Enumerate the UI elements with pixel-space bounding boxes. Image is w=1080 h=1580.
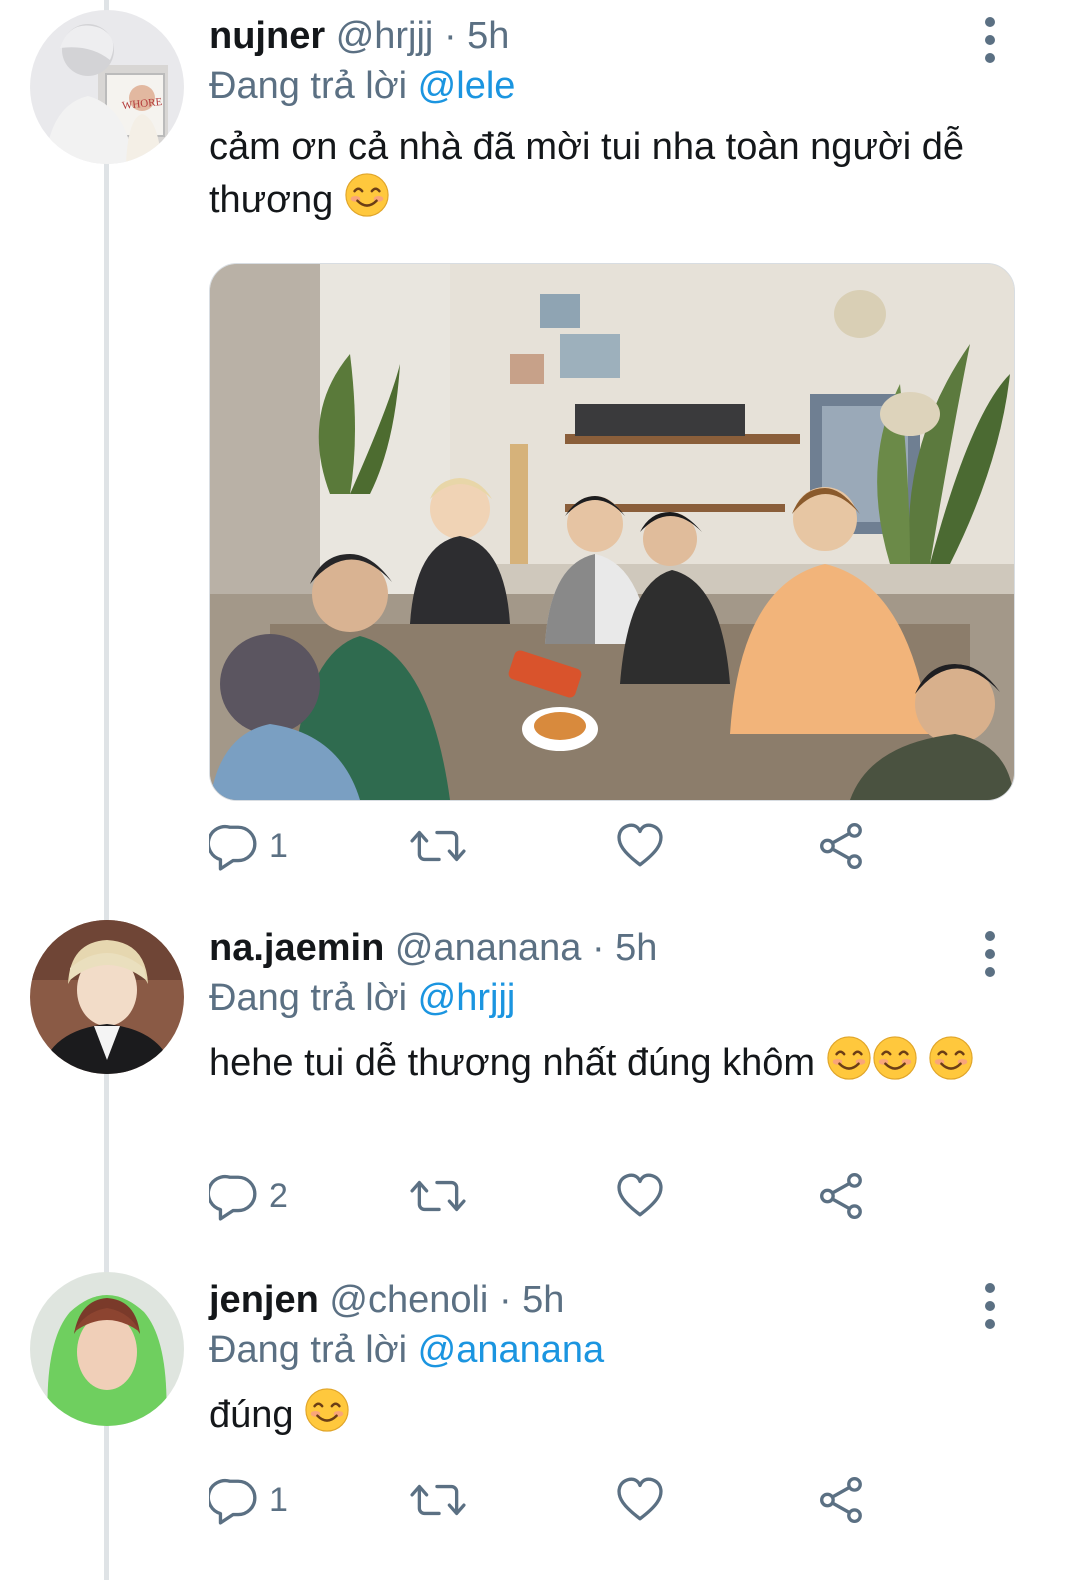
replying-to-label: Đang trả lời xyxy=(209,1329,408,1371)
share-button[interactable] xyxy=(817,818,867,874)
more-icon xyxy=(970,926,1010,986)
tweet-photo[interactable] xyxy=(209,263,1015,801)
more-options-button[interactable] xyxy=(970,12,1010,72)
avatar[interactable] xyxy=(30,920,184,1074)
avatar[interactable]: WHORE xyxy=(30,10,184,164)
separator-dot: · xyxy=(498,1279,512,1321)
mention-link[interactable]: @hrjjj xyxy=(418,977,516,1019)
reply-button[interactable]: 1 xyxy=(209,818,288,874)
like-button[interactable] xyxy=(615,818,675,874)
reply-button[interactable]: 1 xyxy=(209,1472,288,1528)
replying-to-label: Đang trả lời xyxy=(209,65,408,107)
tweet-actions: 2 xyxy=(209,1168,909,1224)
share-button[interactable] xyxy=(817,1168,867,1224)
like-button[interactable] xyxy=(615,1472,675,1528)
replying-to: Đang trả lời @hrjjj xyxy=(209,974,1020,1022)
more-options-button[interactable] xyxy=(970,926,1010,986)
retweet-icon xyxy=(409,1171,467,1221)
tweet-header: nujner @hrjjj · 5h xyxy=(209,14,1020,58)
tweet-body: cảm ơn cả nhà đã mời tui nha toàn người … xyxy=(209,126,965,221)
share-icon xyxy=(817,1171,867,1221)
smiling-emoji xyxy=(928,1035,974,1081)
tweet-header: na.jaemin @ananana · 5h xyxy=(209,926,1020,970)
retweet-button[interactable] xyxy=(409,1472,477,1528)
share-button[interactable] xyxy=(817,1472,867,1528)
reply-count: 1 xyxy=(269,1480,288,1519)
mention-link[interactable]: @lele xyxy=(418,65,516,107)
reply-button[interactable]: 2 xyxy=(209,1168,288,1224)
user-handle[interactable]: @ananana xyxy=(395,927,582,969)
like-button[interactable] xyxy=(615,1168,675,1224)
retweet-icon xyxy=(409,1475,467,1525)
smiling-emoji xyxy=(872,1035,918,1081)
user-handle[interactable]: @hrjjj xyxy=(336,15,434,57)
replying-to: Đang trả lời @lele xyxy=(209,62,1020,110)
reply-count: 1 xyxy=(269,826,288,865)
replying-to-label: Đang trả lời xyxy=(209,977,408,1019)
retweet-button[interactable] xyxy=(409,818,477,874)
reply-icon xyxy=(209,1475,259,1525)
timestamp[interactable]: 5h xyxy=(522,1279,564,1321)
more-icon xyxy=(970,1278,1010,1338)
display-name[interactable]: jenjen xyxy=(209,1279,319,1321)
replying-to: Đang trả lời @ananana xyxy=(209,1326,1020,1374)
tweet-body: đúng xyxy=(209,1394,294,1436)
display-name[interactable]: nujner xyxy=(209,15,325,57)
separator-dot: · xyxy=(443,15,457,57)
tweet-actions: 1 xyxy=(209,818,909,874)
smiling-emoji xyxy=(826,1035,872,1081)
reply-icon xyxy=(209,1171,259,1221)
reply-count: 2 xyxy=(269,1176,288,1215)
tweet-text: hehe tui dễ thương nhất đúng khôm xyxy=(209,1035,999,1088)
tweet-text: cảm ơn cả nhà đã mời tui nha toàn người … xyxy=(209,123,999,225)
tweet-body: hehe tui dễ thương nhất đúng khôm xyxy=(209,1042,816,1084)
reply-icon xyxy=(209,821,259,871)
timestamp[interactable]: 5h xyxy=(467,15,509,57)
like-icon xyxy=(615,1475,665,1525)
separator-dot: · xyxy=(591,927,605,969)
smiling-emoji xyxy=(344,172,390,218)
retweet-icon xyxy=(409,821,467,871)
more-icon xyxy=(970,12,1010,72)
share-icon xyxy=(817,1475,867,1525)
more-options-button[interactable] xyxy=(970,1278,1010,1338)
like-icon xyxy=(615,821,665,871)
user-handle[interactable]: @chenoli xyxy=(329,1279,488,1321)
avatar[interactable] xyxy=(30,1272,184,1426)
share-icon xyxy=(817,821,867,871)
tweet-actions: 1 xyxy=(209,1472,909,1528)
tweet-text: đúng xyxy=(209,1387,999,1440)
display-name[interactable]: na.jaemin xyxy=(209,927,384,969)
smiling-emoji xyxy=(304,1387,350,1433)
timestamp[interactable]: 5h xyxy=(615,927,657,969)
retweet-button[interactable] xyxy=(409,1168,477,1224)
mention-link[interactable]: @ananana xyxy=(418,1329,605,1371)
like-icon xyxy=(615,1171,665,1221)
tweet-header: jenjen @chenoli · 5h xyxy=(209,1278,1020,1322)
